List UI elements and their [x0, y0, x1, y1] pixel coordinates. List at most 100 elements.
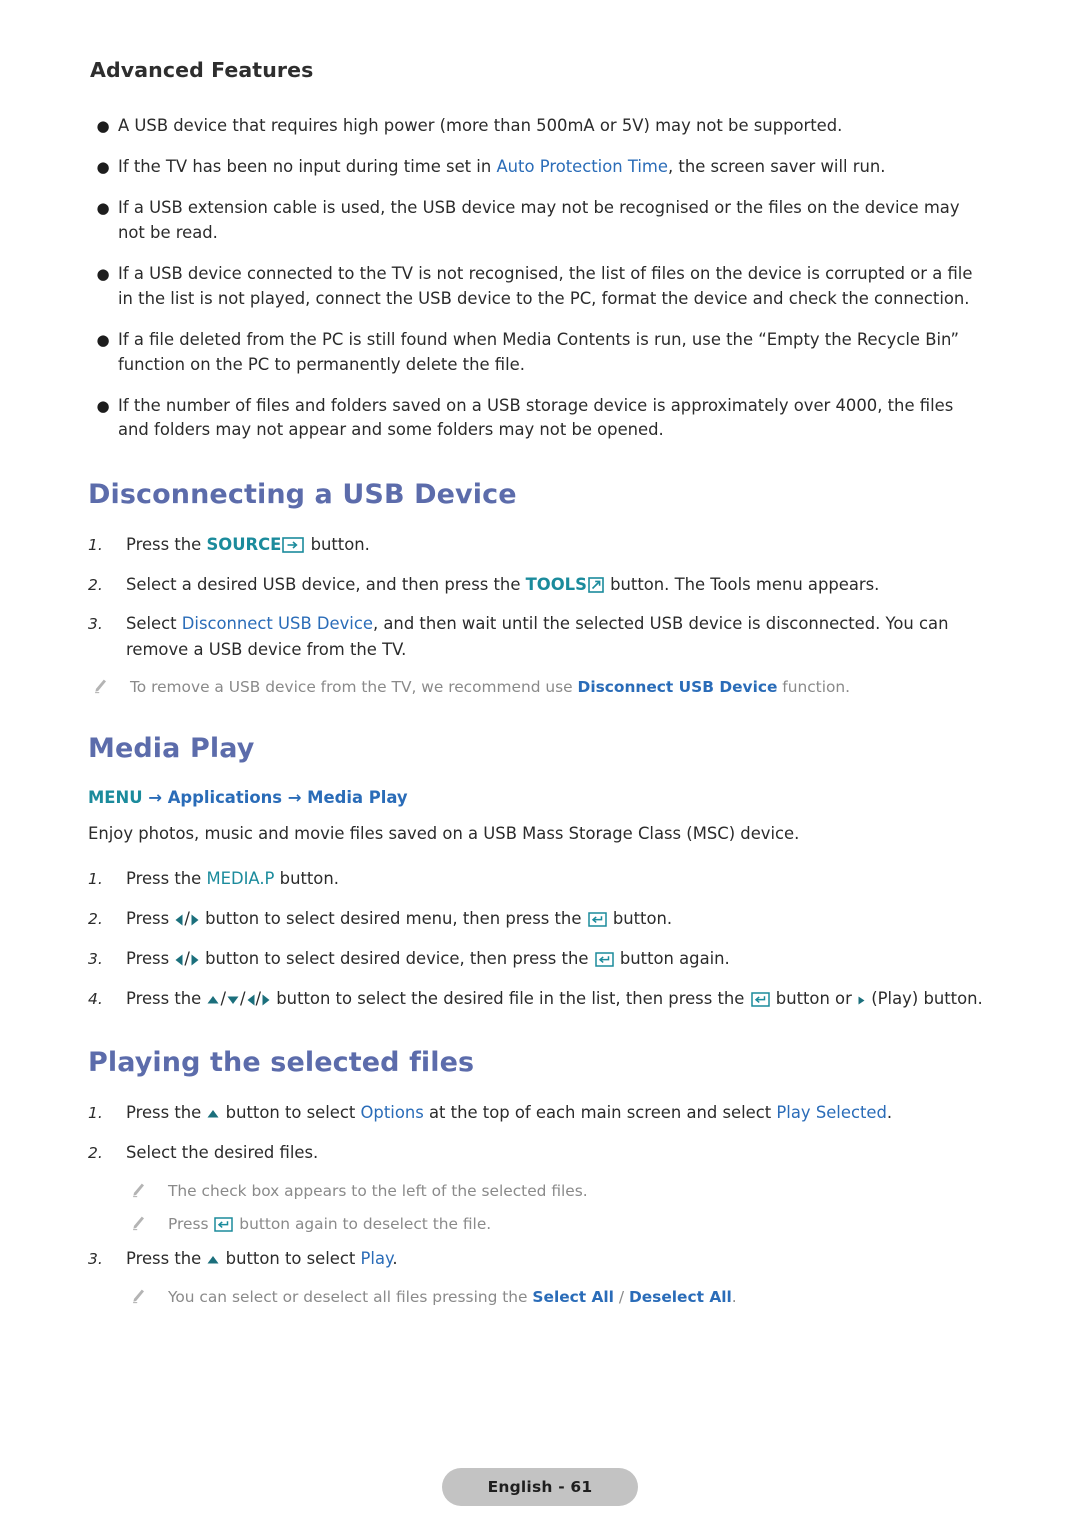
list-item: ● If the number of files and folders sav…	[88, 394, 992, 444]
section-title-media-play: Media Play	[88, 733, 255, 765]
step-text: Select the desired files.	[126, 1143, 319, 1163]
bullet-dot-icon: ●	[96, 396, 110, 415]
breadcrumb-arrow-icon: →	[282, 788, 308, 808]
bullet-dot-icon: ●	[96, 264, 110, 283]
usb-notes-list: ● A USB device that requires high power …	[88, 114, 992, 443]
arrow-down-icon	[226, 987, 240, 1012]
link-play-selected[interactable]: Play Selected	[776, 1103, 886, 1122]
step-text: Press the button to select Options at th…	[126, 1100, 992, 1126]
step-number: 2.	[88, 909, 103, 928]
list-item: ● If a USB device connected to the TV is…	[88, 262, 992, 312]
enter-icon	[587, 911, 607, 927]
arrow-up-icon	[206, 1247, 220, 1272]
link-play[interactable]: Play	[361, 1249, 393, 1268]
bullet-text: If the number of files and folders saved…	[118, 395, 954, 440]
source-icon	[282, 537, 305, 554]
bullet-text: If a USB extension cable is used, the US…	[118, 197, 960, 242]
step-text: Press / button to select desired menu, t…	[126, 906, 992, 932]
link-select-all[interactable]: Select All	[532, 1288, 614, 1306]
step-number: 1.	[88, 870, 103, 889]
bullet-text: A USB device that requires high power (m…	[118, 116, 843, 135]
bullet-dot-icon: ●	[96, 330, 110, 349]
step-text: Select a desired USB device, and then pr…	[126, 574, 880, 594]
step-number: 2.	[88, 575, 103, 594]
list-item: ● If a file deleted from the PC is still…	[88, 328, 992, 378]
play-icon	[857, 987, 866, 1012]
list-item: 3. Press the button to select Play.	[88, 1246, 992, 1272]
link-deselect-all[interactable]: Deselect All	[629, 1288, 732, 1306]
note-text: You can select or deselect all files pre…	[168, 1288, 737, 1307]
link-disconnect-usb-device[interactable]: Disconnect USB Device	[182, 614, 373, 633]
note-row: The check box appears to the left of the…	[88, 1180, 992, 1203]
list-item: 1. Press the MEDIA.P button.	[88, 866, 992, 891]
link-options[interactable]: Options	[361, 1103, 424, 1122]
step-number: 3.	[88, 1249, 103, 1268]
breadcrumb-menu[interactable]: MENU	[88, 788, 143, 807]
note-text: To remove a USB device from the TV, we r…	[130, 678, 851, 697]
arrow-right-icon	[261, 987, 271, 1012]
step-number: 1.	[88, 1103, 103, 1122]
note-text: The check box appears to the left of the…	[168, 1181, 588, 1200]
manual-page: Advanced Features ● A USB device that re…	[0, 0, 1080, 1534]
note-row: Press button again to deselect the file.	[88, 1213, 992, 1236]
link-disconnect-usb-device-note[interactable]: Disconnect USB Device	[578, 678, 778, 696]
step-number: 3.	[88, 950, 103, 969]
step-number: 4.	[88, 990, 103, 1009]
arrow-left-icon	[174, 907, 184, 932]
breadcrumb: MENU → Applications → Media Play	[88, 786, 992, 811]
enter-icon	[750, 992, 770, 1008]
arrow-right-icon	[190, 907, 200, 932]
step-text: Select Disconnect USB Device, and then w…	[126, 614, 949, 659]
breadcrumb-media-play[interactable]: Media Play	[307, 788, 407, 807]
step-number: 2.	[88, 1144, 103, 1163]
list-item: 1. Press the SOURCE button.	[88, 532, 992, 557]
step-text: Press the MEDIA.P button.	[126, 869, 339, 889]
bullet-dot-icon: ●	[96, 117, 110, 135]
disconnect-steps: 1. Press the SOURCE button. 2. Select a …	[88, 532, 992, 699]
bullet-dot-icon: ●	[96, 198, 110, 217]
page-number-badge: English - 61	[441, 1468, 639, 1506]
section-title-disconnecting-usb: Disconnecting a USB Device	[88, 479, 517, 511]
list-item: 3. Press / button to select desired devi…	[88, 946, 992, 972]
pencil-icon	[126, 1286, 168, 1304]
step-text: Press the SOURCE button.	[126, 535, 370, 555]
enter-icon	[594, 952, 614, 967]
pencil-icon	[126, 1180, 168, 1198]
breadcrumb-arrow-icon: →	[142, 788, 168, 808]
media-play-steps: 1. Press the MEDIA.P button. 2. Press / …	[88, 866, 992, 1013]
arrow-right-icon	[190, 947, 200, 972]
bullet-dot-icon: ●	[96, 157, 110, 176]
step-number: 3.	[88, 615, 103, 634]
page-footer: English - 61	[0, 1468, 1080, 1506]
bullet-text: If a USB device connected to the TV is n…	[118, 263, 973, 308]
list-item: ● A USB device that requires high power …	[88, 114, 992, 139]
key-tools-label: TOOLS	[525, 574, 587, 594]
playing-steps: 1. Press the button to select Options at…	[88, 1100, 992, 1310]
note-text: Press button again to deselect the file.	[168, 1214, 492, 1233]
step-text: Press the button to select Play.	[126, 1246, 992, 1272]
list-item: 2. Select a desired USB device, and then…	[88, 572, 992, 597]
enter-icon	[214, 1217, 234, 1232]
arrow-left-icon	[174, 947, 184, 972]
arrow-up-icon	[206, 1101, 220, 1126]
section-title-playing-selected-files: Playing the selected files	[88, 1046, 475, 1078]
list-item: 2. Press / button to select desired menu…	[88, 906, 992, 932]
key-source-label: SOURCE	[206, 535, 282, 555]
media-play-description: Enjoy photos, music and movie files save…	[88, 823, 800, 843]
pencil-icon	[88, 676, 130, 694]
bullet-text: If the TV has been no input during time …	[118, 156, 886, 176]
note-row: You can select or deselect all files pre…	[88, 1286, 992, 1309]
link-auto-protection-time[interactable]: Auto Protection Time	[496, 157, 668, 176]
breadcrumb-applications[interactable]: Applications	[168, 788, 282, 807]
arrow-up-icon	[206, 987, 220, 1012]
arrow-left-icon	[246, 987, 256, 1012]
list-item: ● If a USB extension cable is used, the …	[88, 196, 992, 246]
note-row: To remove a USB device from the TV, we r…	[88, 676, 992, 699]
running-head: Advanced Features	[90, 58, 314, 82]
list-item: ● If the TV has been no input during tim…	[88, 155, 992, 180]
key-media-p-label: MEDIA.P	[206, 869, 275, 889]
pencil-icon	[126, 1213, 168, 1231]
list-item: 2. Select the desired files.	[88, 1140, 992, 1165]
list-item: 1. Press the button to select Options at…	[88, 1100, 992, 1126]
step-text: Press the / / / button to select the desir…	[126, 986, 992, 1012]
